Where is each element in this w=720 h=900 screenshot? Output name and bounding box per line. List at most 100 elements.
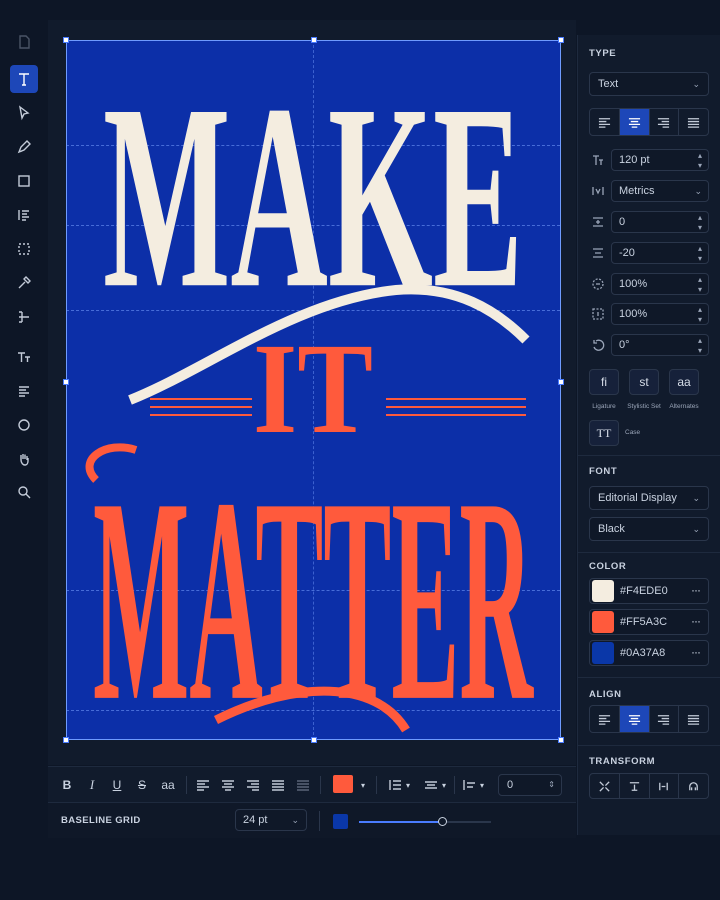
align-center-button[interactable]: [619, 706, 650, 732]
skew-icon[interactable]: [650, 774, 680, 798]
align-left-icon[interactable]: [196, 775, 210, 795]
horizontal-scale-field[interactable]: 100% ▴ ▾: [611, 273, 709, 295]
tracking-field[interactable]: 0 ▴ ▾: [611, 211, 709, 233]
vertical-scale-value: 100%: [619, 308, 648, 320]
chevron-down-icon[interactable]: ▾: [478, 775, 486, 795]
stepper-icon[interactable]: ▴ ▾: [698, 150, 702, 171]
stepper-icon[interactable]: ▴ ▾: [698, 274, 702, 295]
ellipse-tool-icon[interactable]: [10, 411, 38, 439]
font-weight-dropdown[interactable]: Black ⌄: [589, 517, 709, 541]
zoom-tool-icon[interactable]: [10, 478, 38, 506]
case-button[interactable]: aa: [158, 775, 178, 795]
justify-icon[interactable]: [271, 775, 285, 795]
font-family-value: Editorial Display: [598, 492, 677, 504]
text-tool-icon[interactable]: [10, 65, 38, 93]
more-options-icon[interactable]: ···: [691, 614, 701, 628]
ligature-button[interactable]: fi: [589, 369, 619, 395]
rule-line: [150, 398, 252, 400]
stepper-icon[interactable]: ▴ ▾: [698, 304, 702, 325]
color-swatch-row[interactable]: #0A37A8 ···: [589, 640, 709, 666]
text-align-left-icon[interactable]: [10, 377, 38, 405]
resize-handle[interactable]: [311, 37, 317, 43]
type-mode-value: Text: [598, 78, 619, 90]
alternates-label: Alternates: [669, 403, 699, 410]
font-family-dropdown[interactable]: Editorial Display ⌄: [589, 486, 709, 510]
resize-handle[interactable]: [311, 737, 317, 743]
align-center-icon[interactable]: [221, 775, 235, 795]
baseline-shift-icon[interactable]: [620, 774, 650, 798]
page-icon[interactable]: [10, 28, 38, 56]
resize-handle[interactable]: [558, 379, 564, 385]
scale-icon[interactable]: [590, 774, 620, 798]
leading-field[interactable]: -20 ▴ ▾: [611, 242, 709, 264]
type-mode-dropdown[interactable]: Text ⌄: [589, 72, 709, 96]
align-right-button[interactable]: [650, 706, 680, 732]
stepper-icon[interactable]: ▴ ▾: [698, 335, 702, 356]
marquee-tool-icon[interactable]: [10, 235, 38, 263]
indent-icon[interactable]: [462, 775, 476, 795]
slider-knob[interactable]: [438, 817, 448, 826]
stylistic-set-button[interactable]: st: [629, 369, 659, 395]
stepper-icon[interactable]: ▴ ▾: [698, 212, 702, 233]
pen-tool-icon[interactable]: [10, 133, 38, 161]
hand-tool-icon[interactable]: [10, 445, 38, 473]
rectangle-tool-icon[interactable]: [10, 167, 38, 195]
more-options-icon[interactable]: ···: [691, 583, 701, 597]
stepper-icon[interactable]: ⇕: [548, 775, 555, 795]
indent-value-field[interactable]: 0 ⇕: [498, 774, 562, 796]
resize-handle[interactable]: [558, 37, 564, 43]
paragraph-tool-icon[interactable]: [10, 201, 38, 229]
stepper-icon[interactable]: ▴ ▾: [698, 243, 702, 264]
kerning-dropdown[interactable]: Metrics ⌄: [611, 180, 709, 202]
warp-icon[interactable]: [679, 774, 708, 798]
rotation-field[interactable]: 0° ▴ ▾: [611, 334, 709, 356]
grid-color-swatch[interactable]: [333, 814, 348, 829]
align-left-button[interactable]: [590, 706, 620, 732]
justify-button[interactable]: [679, 706, 708, 732]
color-swatch[interactable]: [592, 580, 614, 602]
align-right-icon[interactable]: [246, 775, 260, 795]
italic-button[interactable]: I: [85, 775, 99, 795]
align-left-button[interactable]: [590, 109, 620, 135]
alternates-button[interactable]: aa: [669, 369, 699, 395]
resize-handle[interactable]: [63, 737, 69, 743]
paragraph-spacing-icon[interactable]: [424, 775, 438, 795]
color-swatch-row[interactable]: #FF5A3C ···: [589, 609, 709, 635]
resize-handle[interactable]: [63, 379, 69, 385]
case-button[interactable]: TT: [589, 420, 619, 446]
grid-opacity-slider[interactable]: [359, 817, 491, 826]
chevron-down-icon[interactable]: ▾: [404, 775, 412, 795]
underline-button[interactable]: U: [110, 775, 124, 795]
color-section-title: COLOR: [589, 561, 627, 572]
text-color-swatch[interactable]: [333, 775, 353, 793]
resize-handle[interactable]: [558, 737, 564, 743]
artboard[interactable]: MAKE IT MATTER: [66, 40, 560, 740]
line-spacing-icon[interactable]: [388, 775, 402, 795]
chevron-down-icon[interactable]: ▾: [440, 775, 448, 795]
rule-line: [386, 414, 526, 416]
bold-button[interactable]: B: [60, 775, 74, 795]
baseline-size-dropdown[interactable]: 24 pt ⌄: [235, 809, 307, 831]
align-tool-icon[interactable]: [10, 303, 38, 331]
type-size-icon[interactable]: [10, 343, 38, 371]
justify-button[interactable]: [679, 109, 708, 135]
font-size-field[interactable]: 120 pt ▴ ▾: [611, 149, 709, 171]
color-swatch-row[interactable]: #F4EDE0 ···: [589, 578, 709, 604]
strikethrough-button[interactable]: S: [135, 775, 149, 795]
more-options-icon[interactable]: ···: [691, 645, 701, 659]
vertical-scale-field[interactable]: 100% ▴ ▾: [611, 303, 709, 325]
color-swatch[interactable]: [592, 611, 614, 633]
align-center-button[interactable]: [619, 109, 650, 135]
canvas-area[interactable]: MAKE IT MATTER: [48, 20, 576, 765]
chevron-down-icon: ⌄: [692, 524, 700, 534]
select-arrow-icon[interactable]: [10, 99, 38, 127]
eyedropper-icon[interactable]: [10, 269, 38, 297]
divider: [578, 455, 720, 456]
resize-handle[interactable]: [63, 37, 69, 43]
rule-line: [150, 406, 252, 408]
chevron-down-icon[interactable]: ▾: [358, 775, 368, 795]
color-swatch[interactable]: [592, 642, 614, 664]
align-segmented: [589, 705, 709, 733]
align-right-button[interactable]: [650, 109, 680, 135]
justify-all-icon[interactable]: [296, 775, 310, 795]
